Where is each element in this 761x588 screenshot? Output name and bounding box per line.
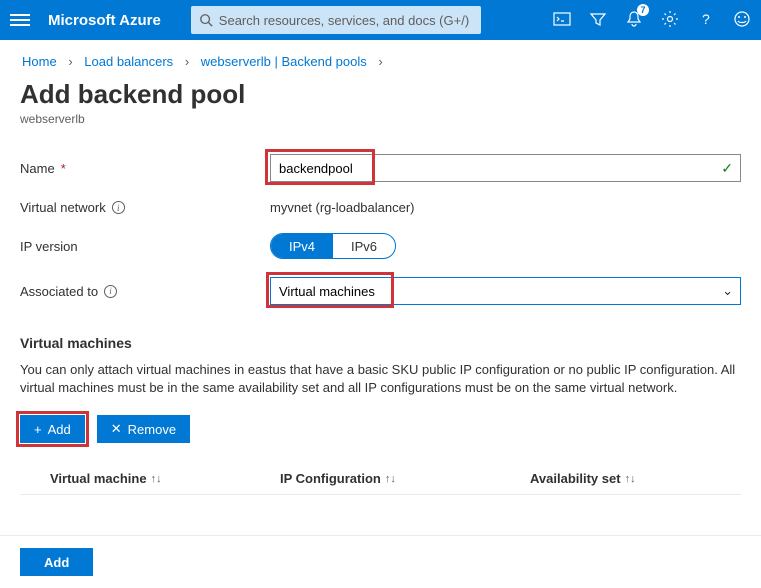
ipversion-label: IP version (20, 239, 270, 254)
vm-section-desc: You can only attach virtual machines in … (20, 361, 740, 397)
global-search[interactable]: Search resources, services, and docs (G+… (191, 6, 481, 34)
search-placeholder: Search resources, services, and docs (G+… (219, 13, 469, 28)
associated-label: Associated to i (20, 284, 270, 299)
breadcrumb-item[interactable]: Load balancers (84, 54, 173, 69)
name-label: Name * (20, 161, 270, 176)
info-icon[interactable]: i (112, 201, 125, 214)
breadcrumb-item[interactable]: webserverlb | Backend pools (201, 54, 367, 69)
ipv6-option[interactable]: IPv6 (333, 234, 395, 258)
page-title: Add backend pool (20, 79, 741, 110)
ipversion-toggle: IPv4 IPv6 (270, 233, 396, 259)
plus-icon: + (34, 422, 42, 437)
associated-select[interactable]: Virtual machines (270, 277, 741, 305)
chevron-right-icon: › (185, 54, 189, 69)
vm-section-title: Virtual machines (20, 335, 741, 351)
top-nav-bar: Microsoft Azure Search resources, servic… (0, 0, 761, 40)
filter-icon[interactable] (589, 10, 607, 31)
required-star: * (61, 161, 66, 176)
name-input[interactable] (270, 154, 741, 182)
breadcrumb: Home › Load balancers › webserverlb | Ba… (0, 40, 761, 69)
search-icon (199, 13, 213, 27)
notifications-icon[interactable]: 7 (625, 10, 643, 31)
help-icon[interactable]: ? (697, 10, 715, 31)
cloud-shell-icon[interactable] (553, 10, 571, 31)
info-icon[interactable]: i (104, 285, 117, 298)
chevron-right-icon: › (68, 54, 72, 69)
page-subtitle: webserverlb (20, 112, 741, 126)
col-ip[interactable]: IP Configuration ↑↓ (280, 471, 530, 486)
add-button[interactable]: Add (20, 548, 93, 576)
remove-vm-button[interactable]: ✕ Remove (97, 415, 190, 443)
col-vm[interactable]: Virtual machine ↑↓ (30, 471, 280, 486)
vm-table-header: Virtual machine ↑↓ IP Configuration ↑↓ A… (20, 463, 741, 495)
close-icon: ✕ (111, 421, 122, 437)
check-icon: ✓ (721, 160, 733, 177)
menu-icon[interactable] (10, 11, 30, 29)
footer-bar: Add (0, 535, 761, 588)
brand-label: Microsoft Azure (48, 12, 161, 29)
sort-icon: ↑↓ (151, 473, 162, 485)
settings-icon[interactable] (661, 10, 679, 31)
ipv4-option[interactable]: IPv4 (271, 234, 333, 258)
notification-badge: 7 (637, 4, 649, 16)
add-vm-button[interactable]: + Add (20, 415, 85, 443)
feedback-icon[interactable] (733, 10, 751, 31)
chevron-right-icon: › (378, 54, 382, 69)
svg-text:?: ? (702, 11, 710, 27)
sort-icon: ↑↓ (625, 473, 636, 485)
vnet-label: Virtual network i (20, 200, 270, 215)
vnet-value: myvnet (rg-loadbalancer) (270, 200, 415, 215)
sort-icon: ↑↓ (385, 473, 396, 485)
col-avail[interactable]: Availability set ↑↓ (530, 471, 730, 486)
breadcrumb-item[interactable]: Home (22, 54, 57, 69)
